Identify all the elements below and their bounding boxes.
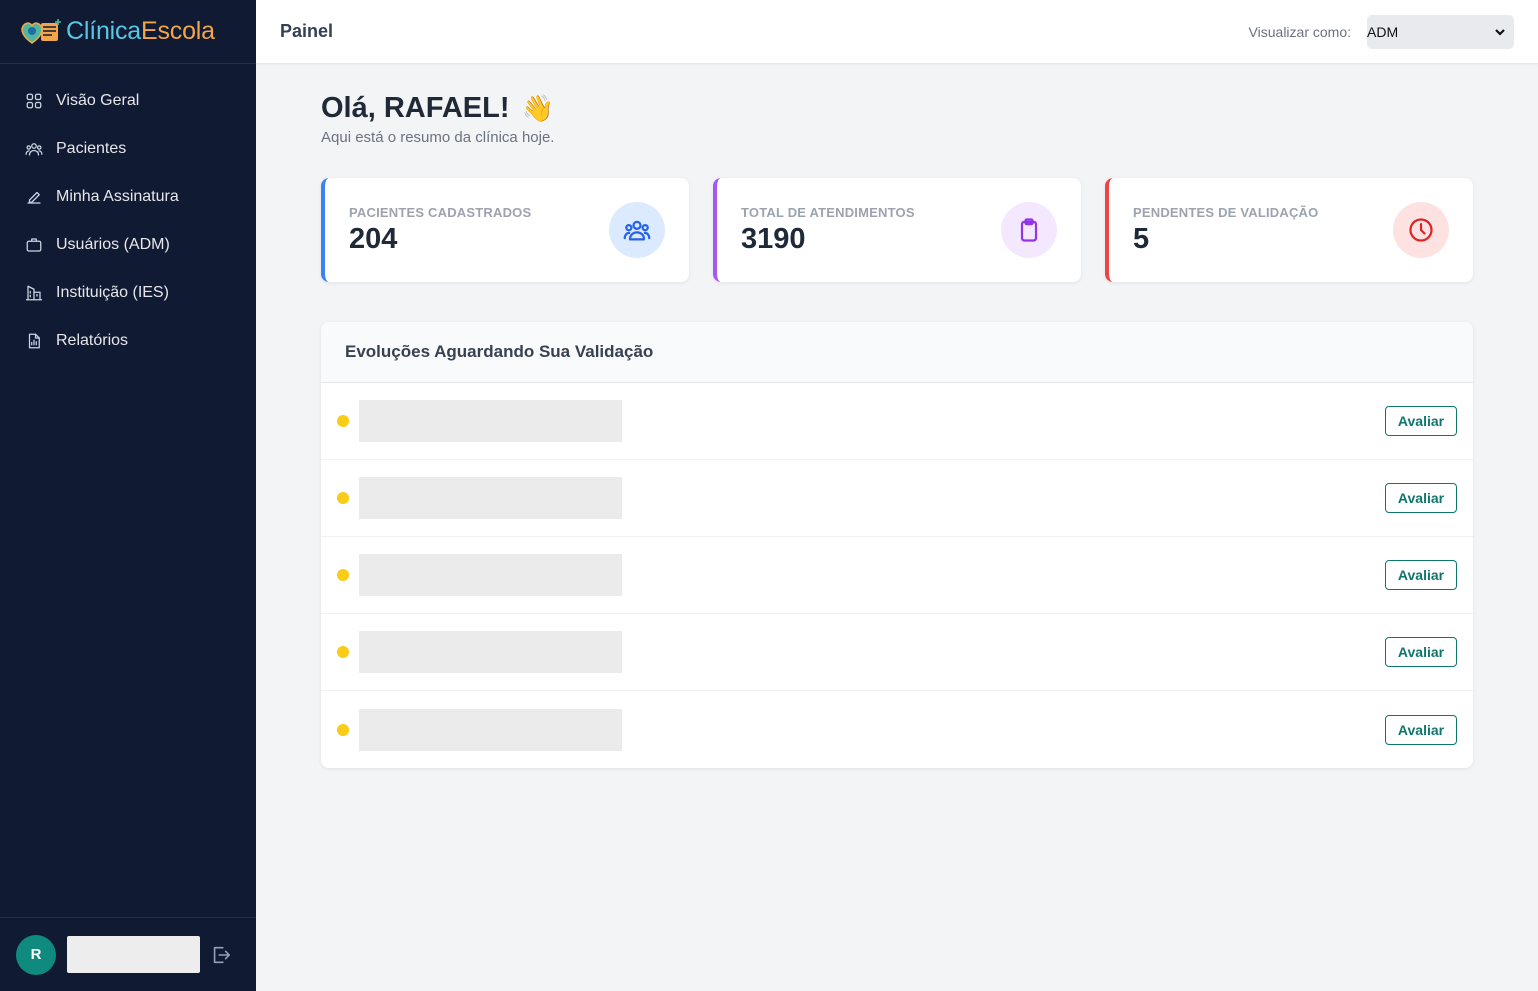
pending-status-dot bbox=[337, 415, 349, 427]
logout-button[interactable] bbox=[210, 944, 232, 966]
list-item: Avaliar bbox=[321, 460, 1473, 537]
sidebar-item-label: Instituição (IES) bbox=[56, 284, 169, 301]
stat-label: PACIENTES CADASTRADOS bbox=[349, 204, 532, 220]
sidebar-item-visao-geral[interactable]: Visão Geral bbox=[0, 77, 256, 125]
greeting-subtitle: Aqui está o resumo da clínica hoje. bbox=[321, 129, 555, 146]
topbar: Painel Visualizar como: ADM bbox=[256, 0, 1538, 64]
avaliar-button[interactable]: Avaliar bbox=[1385, 714, 1457, 745]
view-as-control: Visualizar como: ADM bbox=[1248, 14, 1514, 49]
sidebar-item-label: Pacientes bbox=[56, 140, 127, 157]
patient-info-redacted bbox=[359, 631, 622, 673]
brand[interactable]: ClínicaEscola bbox=[0, 0, 256, 64]
avaliar-button[interactable]: Avaliar bbox=[1385, 406, 1457, 436]
logout-icon bbox=[213, 946, 231, 963]
sidebar-item-usuarios[interactable]: Usuários (ADM) bbox=[0, 221, 256, 269]
sidebar: ClínicaEscola Visão Geral Pacientes Minh… bbox=[0, 0, 256, 991]
sidebar-item-label: Relatórios bbox=[56, 332, 129, 349]
sidebar-item-instituicao[interactable]: Instituição (IES) bbox=[0, 269, 256, 317]
stat-value: 204 bbox=[349, 222, 398, 255]
building-icon bbox=[25, 285, 43, 301]
brand-name-part1: Clínica bbox=[66, 17, 142, 45]
stats-cards: PACIENTES CADASTRADOS 204 TOTAL DE ATEND… bbox=[321, 178, 1473, 282]
users-icon bbox=[623, 220, 651, 241]
page-title: Painel bbox=[280, 21, 334, 41]
list-item: Avaliar bbox=[321, 691, 1473, 768]
pending-status-dot bbox=[337, 569, 349, 581]
stat-value: 3190 bbox=[741, 222, 806, 255]
stat-icon-badge bbox=[1001, 202, 1057, 258]
stat-card-text: PACIENTES CADASTRADOS 204 bbox=[349, 205, 609, 256]
pen-icon bbox=[27, 191, 41, 204]
patient-info-redacted bbox=[359, 708, 622, 751]
view-as-select[interactable]: ADM bbox=[1367, 14, 1514, 49]
avaliar-button[interactable]: Avaliar bbox=[1385, 637, 1457, 667]
stat-value: 5 bbox=[1133, 222, 1150, 255]
panel-title: Evoluções Aguardando Sua Validação bbox=[345, 342, 654, 361]
sidebar-item-relatorios[interactable]: Relatórios bbox=[0, 317, 256, 365]
users-icon bbox=[25, 143, 43, 156]
stat-icon-badge bbox=[1393, 202, 1449, 258]
pending-status-dot bbox=[337, 723, 349, 736]
sidebar-item-label: Minha Assinatura bbox=[56, 188, 179, 205]
stat-card-atendimentos: TOTAL DE ATENDIMENTOS 3190 bbox=[713, 178, 1081, 282]
clipboard-icon bbox=[1020, 218, 1038, 242]
list-item: Avaliar bbox=[321, 614, 1473, 691]
briefcase-icon bbox=[26, 238, 42, 252]
brand-name-part2: Escola bbox=[141, 17, 215, 45]
avaliar-button[interactable]: Avaliar bbox=[1385, 560, 1457, 590]
pending-status-dot bbox=[337, 492, 349, 504]
pending-evolutions-panel: Evoluções Aguardando Sua Validação Avali… bbox=[321, 322, 1473, 768]
greeting-text: Olá, RAFAEL! bbox=[321, 91, 510, 124]
list-item: Avaliar bbox=[321, 537, 1473, 614]
user-footer: R bbox=[0, 917, 256, 991]
chevron-down-icon bbox=[1495, 28, 1505, 36]
stat-label: TOTAL DE ATENDIMENTOS bbox=[741, 204, 915, 220]
sidebar-item-label: Visão Geral bbox=[56, 92, 140, 109]
clock-icon bbox=[1409, 218, 1433, 242]
stat-card-pacientes: PACIENTES CADASTRADOS 204 bbox=[321, 178, 689, 282]
sidebar-item-label: Usuários (ADM) bbox=[56, 236, 170, 253]
sidebar-item-minha-assinatura[interactable]: Minha Assinatura bbox=[0, 173, 256, 221]
patient-info-redacted bbox=[359, 477, 622, 519]
user-name-redacted bbox=[67, 936, 200, 973]
grid-icon bbox=[26, 93, 42, 109]
sidebar-nav: Visão Geral Pacientes Minha Assinatura U… bbox=[0, 77, 256, 365]
stat-icon-badge bbox=[609, 202, 665, 258]
avatar[interactable]: R bbox=[16, 934, 56, 975]
patient-info-redacted bbox=[359, 554, 622, 596]
wave-emoji: 👋 bbox=[521, 92, 554, 123]
clinic-logo-icon bbox=[21, 18, 61, 44]
report-icon bbox=[28, 333, 40, 349]
main-content: Olá, RAFAEL! 👋 Aqui está o resumo da clí… bbox=[321, 90, 1473, 768]
brand-name: ClínicaEscola bbox=[66, 17, 215, 46]
pending-status-dot bbox=[337, 646, 349, 658]
stat-card-pendentes: PENDENTES DE VALIDAÇÃO 5 bbox=[1105, 178, 1473, 282]
list-item: Avaliar bbox=[321, 383, 1473, 460]
patient-info-redacted bbox=[359, 400, 622, 442]
view-as-label: Visualizar como: bbox=[1248, 23, 1351, 40]
stat-label: PENDENTES DE VALIDAÇÃO bbox=[1133, 204, 1319, 220]
stat-card-text: PENDENTES DE VALIDAÇÃO 5 bbox=[1133, 205, 1393, 256]
panel-header: Evoluções Aguardando Sua Validação bbox=[321, 322, 1473, 383]
avaliar-button[interactable]: Avaliar bbox=[1385, 483, 1457, 513]
greeting: Olá, RAFAEL! 👋 bbox=[321, 90, 1473, 126]
sidebar-item-pacientes[interactable]: Pacientes bbox=[0, 125, 256, 173]
stat-card-text: TOTAL DE ATENDIMENTOS 3190 bbox=[741, 205, 1001, 256]
view-as-selected-value: ADM bbox=[1367, 23, 1399, 40]
